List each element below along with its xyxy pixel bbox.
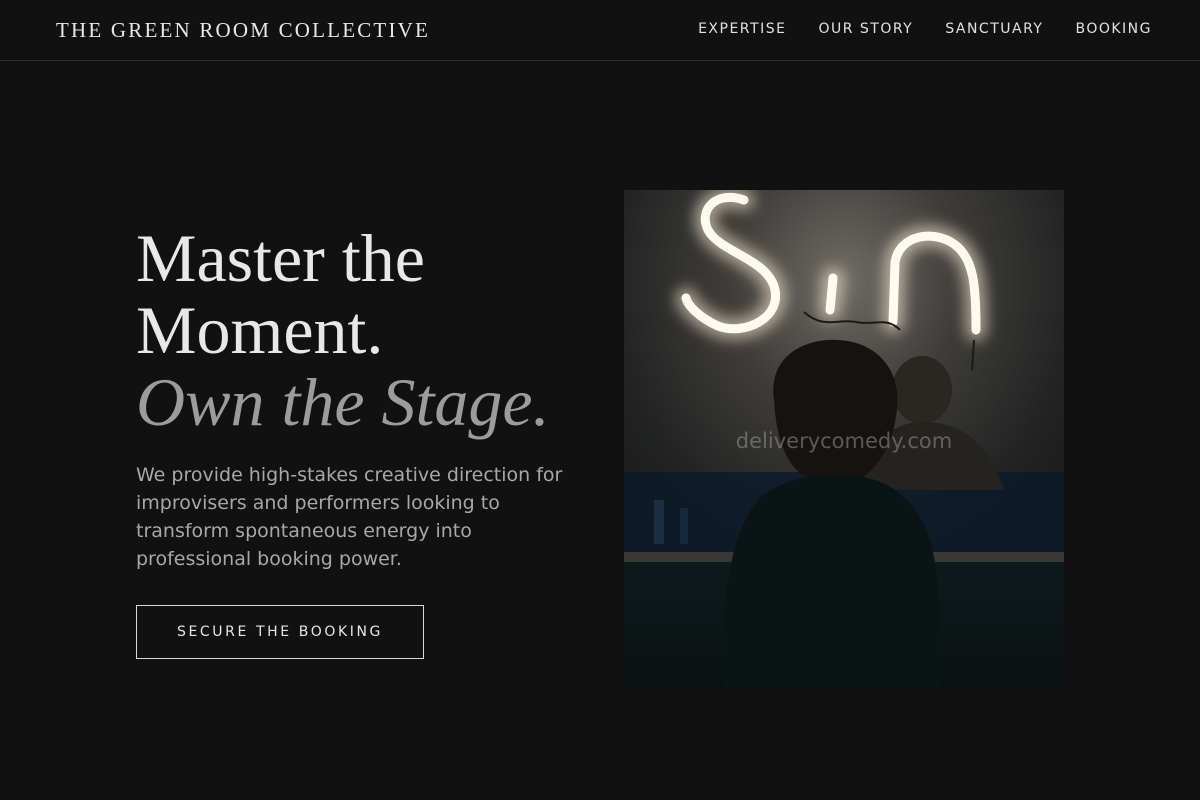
nav-booking[interactable]: BOOKING — [1075, 21, 1152, 37]
hero-title-line-2: Moment. — [136, 292, 384, 368]
hero-title-line-1: Master the — [136, 220, 425, 296]
bottle — [680, 508, 688, 544]
nav-sanctuary[interactable]: SANCTUARY — [945, 21, 1043, 37]
hero-photo: deliverycomedy.com — [624, 190, 1064, 689]
secure-booking-button[interactable]: SECURE THE BOOKING — [136, 605, 424, 659]
main-nav: EXPERTISE OUR STORY SANCTUARY BOOKING — [698, 21, 1152, 37]
hero-description: We provide high-stakes creative directio… — [136, 464, 563, 570]
site-header: THE GREEN ROOM COLLECTIVE EXPERTISE OUR … — [0, 0, 1200, 61]
nav-expertise[interactable]: EXPERTISE — [698, 21, 786, 37]
stage-scene-image — [624, 190, 1064, 689]
nav-our-story[interactable]: OUR STORY — [818, 21, 913, 37]
hero-title-accent: Own the Stage. — [136, 364, 550, 440]
brand-logo[interactable]: THE GREEN ROOM COLLECTIVE — [56, 18, 430, 43]
bottle — [654, 500, 664, 544]
hero-title: Master the Moment. Own the Stage. — [136, 222, 606, 438]
